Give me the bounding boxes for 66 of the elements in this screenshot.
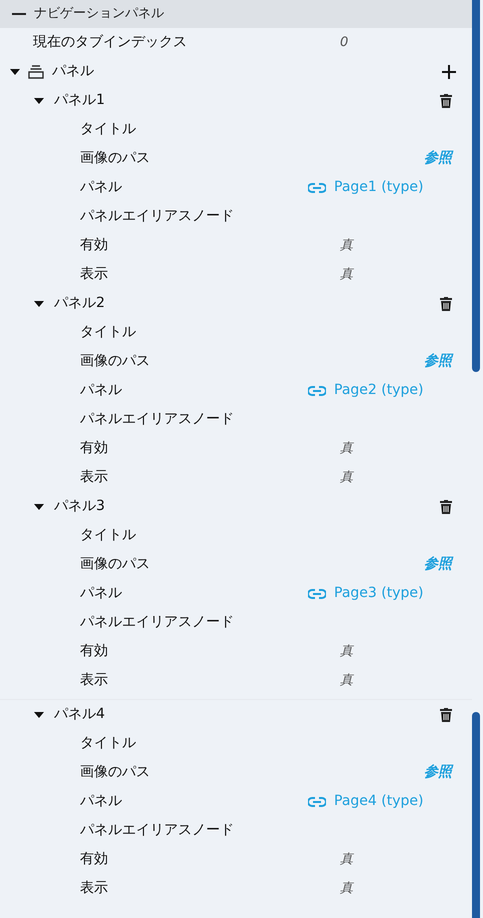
- property-value: 真: [340, 236, 353, 255]
- scrollbar-thumb[interactable]: [472, 0, 480, 372]
- property-label: パネルエイリアスノード: [80, 821, 234, 840]
- property-label: 有効: [80, 439, 108, 458]
- panel-link[interactable]: Page3 (type): [334, 583, 424, 604]
- property-label: パネル: [80, 381, 122, 400]
- caret-down-icon[interactable]: [34, 504, 44, 510]
- panel-link[interactable]: Page4 (type): [334, 791, 424, 812]
- caret-down-icon[interactable]: [34, 300, 44, 306]
- trash-icon[interactable]: [440, 94, 452, 108]
- property-label: 有効: [80, 642, 108, 661]
- property-label: タイトル: [80, 323, 136, 342]
- property-label: パネルエイリアスノード: [80, 613, 234, 632]
- property-label: 有効: [80, 236, 108, 255]
- property-value: 真: [340, 266, 353, 284]
- link-icon[interactable]: [308, 386, 326, 396]
- property-value: 0: [340, 34, 348, 52]
- collapse-icon[interactable]: [12, 12, 26, 16]
- trash-icon[interactable]: [440, 708, 452, 722]
- browse-link[interactable]: 参照: [424, 762, 452, 783]
- property-label: タイトル: [80, 734, 136, 753]
- panel-link[interactable]: Page2 (type): [334, 380, 424, 401]
- property-label: 画像のパス: [80, 149, 150, 168]
- property-value: 真: [340, 850, 353, 869]
- property-label: 有効: [80, 850, 108, 869]
- link-icon[interactable]: [308, 796, 326, 806]
- add-icon[interactable]: [442, 64, 456, 78]
- trash-icon[interactable]: [440, 296, 452, 310]
- property-label: タイトル: [80, 120, 136, 139]
- panel-label: パネル1: [54, 91, 105, 110]
- property-label: パネルエイリアスノード: [80, 207, 234, 226]
- property-label: 画像のパス: [80, 555, 150, 574]
- group-label: パネル: [52, 62, 94, 81]
- browse-link[interactable]: 参照: [424, 554, 452, 575]
- section-header[interactable]: ナビゲーションパネル: [0, 0, 472, 28]
- browse-link[interactable]: 参照: [424, 351, 452, 372]
- property-label: 画像のパス: [80, 352, 150, 371]
- property-label: パネル: [80, 792, 122, 811]
- panel-label: パネル3: [54, 497, 105, 516]
- property-label: パネルエイリアスノード: [80, 410, 234, 429]
- property-label: 表示: [80, 265, 108, 284]
- stack-icon: [28, 64, 44, 78]
- caret-down-icon[interactable]: [10, 68, 20, 74]
- property-value: 真: [340, 642, 353, 661]
- property-label: パネル: [80, 178, 122, 197]
- property-label: 現在のタブインデックス: [33, 33, 187, 52]
- property-value: 真: [340, 468, 353, 487]
- property-label: 画像のパス: [80, 763, 150, 782]
- property-label: タイトル: [80, 526, 136, 545]
- property-label: 表示: [80, 671, 108, 690]
- trash-icon[interactable]: [440, 500, 452, 514]
- property-label: パネル: [80, 584, 122, 603]
- property-value: 真: [340, 672, 353, 690]
- property-value: 真: [340, 880, 353, 898]
- browse-link[interactable]: 参照: [424, 148, 452, 169]
- scrollbar-thumb[interactable]: [472, 712, 480, 918]
- panel-label: パネル2: [54, 294, 105, 313]
- property-label: 表示: [80, 468, 108, 487]
- property-label: 表示: [80, 879, 108, 898]
- caret-down-icon[interactable]: [34, 98, 44, 104]
- panel-link[interactable]: Page1 (type): [334, 177, 424, 198]
- panel-label: パネル4: [54, 705, 105, 724]
- link-icon[interactable]: [308, 588, 326, 598]
- link-icon[interactable]: [308, 182, 326, 192]
- caret-down-icon[interactable]: [34, 712, 44, 718]
- property-value: 真: [340, 440, 353, 458]
